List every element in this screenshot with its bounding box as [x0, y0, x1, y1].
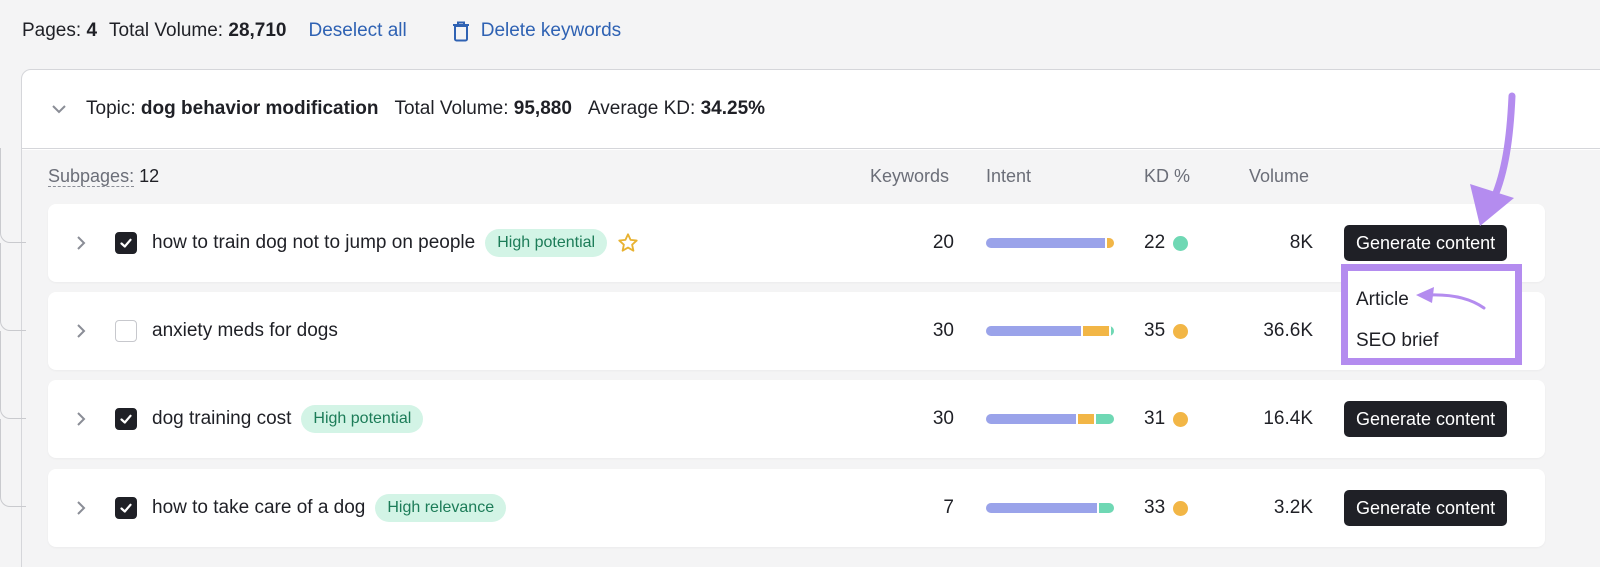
menu-item-seo-brief[interactable]: SEO brief: [1356, 330, 1438, 352]
generate-content-menu: Article SEO brief: [1341, 264, 1522, 365]
row-checkbox[interactable]: [115, 320, 137, 342]
intent-segment: [986, 414, 1076, 424]
kd-indicator-dot: [1173, 235, 1189, 251]
subpage-title[interactable]: dog training cost: [152, 408, 291, 430]
subpage-row[interactable]: how to train dog not to jump on people Hi…: [48, 204, 1545, 282]
total-volume: Total Volume: 28,710: [109, 20, 287, 41]
delete-keywords-link[interactable]: Delete keywords: [451, 20, 621, 42]
intent-bar: [986, 326, 1114, 336]
chevron-right-icon[interactable]: [74, 500, 88, 516]
subpage-title-cell: how to train dog not to jump on people Hi…: [152, 204, 639, 282]
potential-badge: High relevance: [375, 494, 507, 522]
intent-segment: [986, 238, 1106, 248]
checkmark-icon: [120, 414, 132, 424]
topic-header[interactable]: Topic: dog behavior modification Total V…: [22, 70, 1600, 149]
chevron-right-icon[interactable]: [74, 235, 88, 251]
potential-badge: High potential: [485, 229, 608, 257]
kd-value: 22: [1144, 232, 1166, 253]
generate-content-button[interactable]: Generate content: [1344, 401, 1508, 437]
delete-keywords-label: Delete keywords: [480, 20, 622, 41]
column-header-intent[interactable]: Intent: [986, 166, 1031, 187]
kd-value: 35: [1144, 320, 1166, 341]
keywords-count: 7: [943, 497, 954, 518]
intent-segment: [1080, 326, 1109, 336]
intent-segment: [1093, 414, 1114, 424]
kd-value: 31: [1144, 408, 1166, 429]
tree-connector: [0, 243, 26, 331]
kd-cell: 35: [1144, 292, 1189, 370]
generate-content-button[interactable]: Generate content: [1344, 225, 1508, 261]
intent-segment: [986, 503, 1098, 513]
subpage-row[interactable]: dog training cost High potential 30 31 16.4K…: [48, 380, 1545, 458]
intent-segment: [1105, 238, 1114, 248]
subpages-header: Subpages: 12: [48, 166, 159, 187]
volume-value: 16.4K: [1263, 408, 1313, 429]
volume-value: 36.6K: [1263, 320, 1313, 341]
kd-indicator-dot: [1173, 323, 1189, 339]
intent-segment: [986, 326, 1081, 336]
selection-summary-bar: Pages: 4 Total Volume: 28,710 Deselect a…: [22, 16, 655, 46]
pages-count: Pages: 4: [22, 20, 98, 41]
trash-icon: [452, 21, 469, 42]
keywords-count: 30: [932, 408, 954, 429]
keywords-count: 20: [932, 232, 954, 253]
intent-segment: [1075, 414, 1094, 424]
topic-total-volume: Total Volume: 95,880: [394, 98, 572, 119]
volume-value: 8K: [1289, 232, 1313, 253]
column-header-kd[interactable]: KD %: [1144, 166, 1190, 187]
tree-connector: [0, 331, 26, 419]
chevron-right-icon[interactable]: [74, 411, 88, 427]
subpage-title[interactable]: how to take care of a dog: [152, 497, 365, 519]
checkmark-icon: [120, 238, 132, 248]
tree-connector: [0, 419, 26, 507]
subpages-count: 12: [139, 166, 160, 186]
chevron-right-icon[interactable]: [74, 323, 88, 339]
star-icon[interactable]: [617, 232, 639, 254]
topic-average-kd: Average KD: 34.25%: [587, 98, 766, 119]
subpage-title-cell: anxiety meds for dogs: [152, 292, 338, 370]
intent-segment: [1108, 326, 1114, 336]
intent-bar: [986, 238, 1114, 248]
row-checkbox[interactable]: [115, 497, 137, 519]
menu-item-article[interactable]: Article: [1356, 289, 1409, 311]
column-header-volume[interactable]: Volume: [1249, 166, 1309, 187]
intent-segment: [1097, 503, 1114, 513]
kd-cell: 22: [1144, 204, 1189, 282]
keywords-count: 30: [932, 320, 954, 341]
intent-bar: [986, 503, 1114, 513]
subpage-row[interactable]: how to take care of a dog High relevance 7…: [48, 469, 1545, 547]
generate-content-button[interactable]: Generate content: [1344, 490, 1508, 526]
subpage-title[interactable]: how to train dog not to jump on people: [152, 232, 475, 254]
potential-badge: High potential: [301, 405, 424, 433]
intent-bar: [986, 414, 1114, 424]
kd-value: 33: [1144, 497, 1166, 518]
volume-value: 3.2K: [1273, 497, 1313, 518]
topic-name: Topic: dog behavior modification: [86, 98, 379, 119]
subpage-row[interactable]: anxiety meds for dogs 30 35 36.6K: [48, 292, 1545, 370]
kd-indicator-dot: [1173, 500, 1189, 516]
kd-cell: 33: [1144, 469, 1189, 547]
subpage-title-cell: how to take care of a dog High relevance: [152, 469, 507, 547]
kd-cell: 31: [1144, 380, 1189, 458]
kd-indicator-dot: [1173, 411, 1189, 427]
row-checkbox[interactable]: [115, 408, 137, 430]
chevron-down-icon[interactable]: [50, 100, 68, 118]
tree-connector: [0, 148, 26, 243]
subpage-title[interactable]: anxiety meds for dogs: [152, 320, 338, 342]
row-checkbox[interactable]: [115, 232, 137, 254]
subpage-title-cell: dog training cost High potential: [152, 380, 424, 458]
subpages-label[interactable]: Subpages:: [48, 166, 135, 187]
checkmark-icon: [120, 503, 132, 513]
deselect-all-link[interactable]: Deselect all: [309, 20, 407, 42]
column-header-keywords[interactable]: Keywords: [870, 166, 949, 187]
